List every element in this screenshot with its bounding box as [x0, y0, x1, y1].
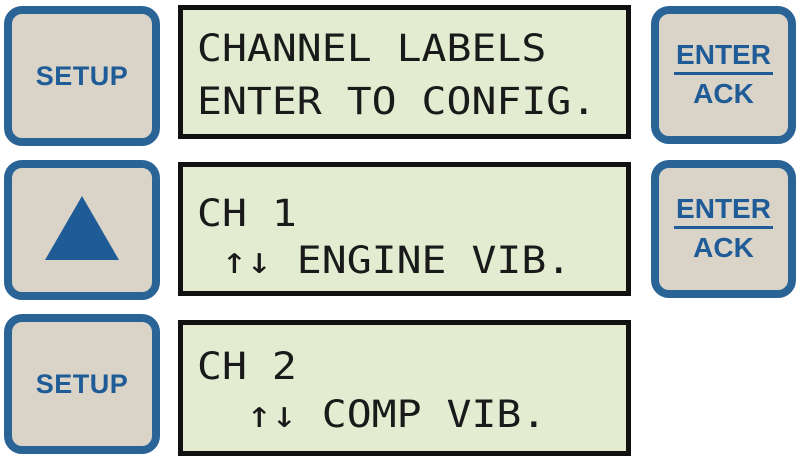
enter-label: ENTER [674, 192, 773, 229]
up-triangle-icon [45, 196, 119, 260]
enter-ack-button[interactable]: ENTER ACK [651, 6, 796, 144]
enter-ack-button[interactable]: ENTER ACK [651, 160, 796, 298]
lcd-display-1: CHANNEL LABELS ENTER TO CONFIG. [178, 5, 631, 139]
lcd-line-1: CH 1 [197, 192, 297, 235]
ack-label: ACK [693, 77, 754, 109]
lcd-display-2: CH 1 ↑↓ ENGINE VIB. [178, 162, 631, 296]
lcd-line-2: ↑↓ COMP VIB. [197, 393, 547, 436]
up-arrow-button[interactable] [4, 160, 160, 300]
lcd-display-3: CH 2 ↑↓ COMP VIB. [178, 320, 631, 456]
ack-label: ACK [693, 231, 754, 263]
device-keypad-sequence: SETUP CHANNEL LABELS ENTER TO CONFIG. EN… [0, 0, 803, 456]
lcd-line-1: CHANNEL LABELS [197, 27, 547, 70]
lcd-line-1: CH 2 [197, 345, 297, 388]
setup-button[interactable]: SETUP [4, 6, 160, 146]
setup-button-label: SETUP [35, 60, 129, 91]
lcd-line-2: ENTER TO CONFIG. [197, 80, 597, 123]
setup-button-label: SETUP [35, 368, 129, 399]
lcd-line-2: ↑↓ ENGINE VIB. [197, 239, 572, 282]
enter-label: ENTER [674, 38, 773, 75]
setup-button[interactable]: SETUP [4, 314, 160, 454]
